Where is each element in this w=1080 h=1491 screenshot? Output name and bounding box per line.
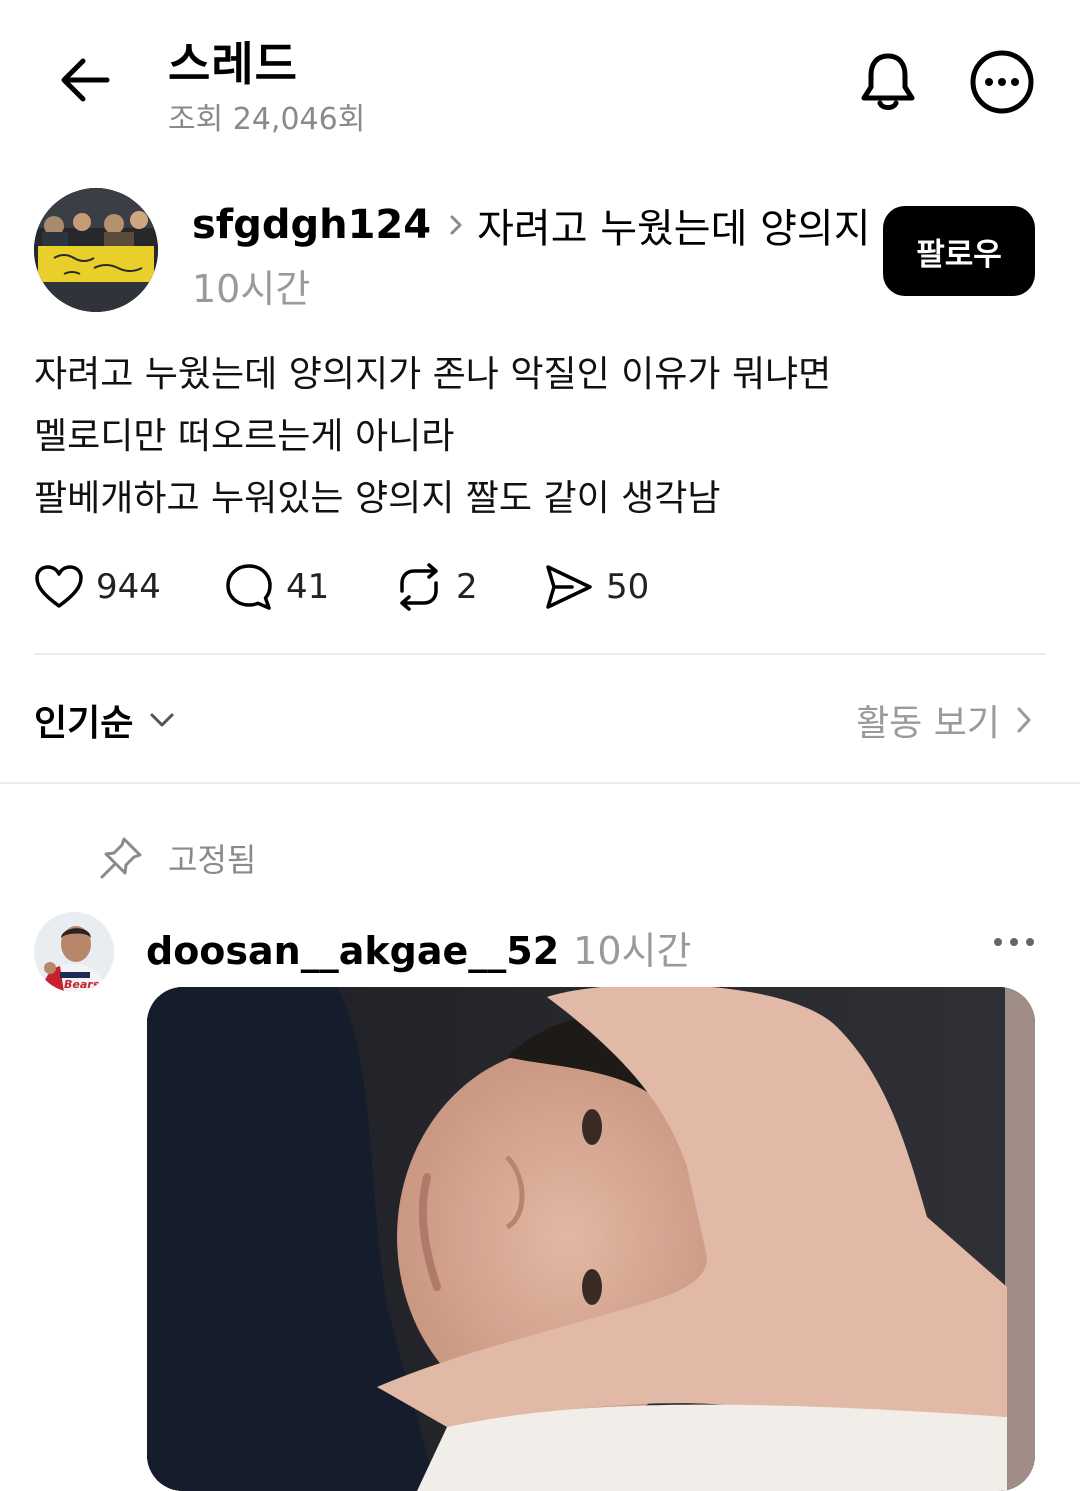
chevron-right-icon (449, 214, 463, 236)
post-text: 자려고 누웠는데 양의지가 존나 악질인 이유가 뭐냐면 멜로디만 떠오르는게 … (34, 344, 1044, 530)
pin-icon (100, 837, 142, 879)
share-count: 50 (606, 567, 650, 607)
author-name[interactable]: sfgdgh124 (192, 202, 431, 248)
pinned-indicator: 고정됨 (98, 835, 256, 881)
more-options-button[interactable] (964, 44, 1040, 120)
send-icon (546, 565, 592, 609)
svg-text:Bears: Bears (64, 978, 100, 991)
like-count: 944 (96, 567, 161, 607)
reply-image[interactable] (147, 987, 1035, 1491)
comment-count: 41 (286, 567, 330, 607)
heart-icon (35, 565, 83, 608)
page-title: 스레드 (168, 37, 298, 91)
repost-count: 2 (456, 567, 478, 607)
post-time: 10시간 (192, 267, 311, 311)
more-circle-icon (970, 50, 1034, 114)
post-text-line: 팔베개하고 누워있는 양의지 짤도 같이 생각남 (34, 478, 721, 519)
repost-button[interactable]: 2 (394, 563, 478, 611)
follow-button[interactable]: 팔로우 (883, 206, 1035, 296)
reply-author-name[interactable]: doosan__akgae__52 (146, 929, 559, 973)
comment-button[interactable]: 41 (224, 562, 329, 612)
sort-label: 인기순 (34, 703, 134, 744)
author-avatar[interactable] (34, 188, 158, 312)
comment-icon (226, 564, 272, 610)
post-text-line: 자려고 누웠는데 양의지가 존나 악질인 이유가 뭐냐면 (34, 354, 832, 395)
view-activity-link[interactable]: 활동 보기 (856, 694, 1032, 746)
notification-button[interactable] (850, 44, 926, 120)
reply-author-avatar[interactable]: Bears (34, 912, 114, 992)
reply-header: doosan__akgae__52 10시간 (146, 920, 691, 975)
divider (34, 653, 1046, 655)
activity-label: 활동 보기 (856, 703, 1000, 744)
chevron-right-icon (1016, 706, 1032, 734)
reply-time: 10시간 (573, 929, 692, 973)
post-text-line: 멜로디만 떠오르는게 아니라 (34, 416, 455, 457)
post-actions: 944 41 2 50 (34, 556, 734, 618)
more-horizontal-icon (994, 938, 1034, 946)
divider (0, 782, 1080, 784)
topic-tag[interactable]: 자려고 누웠는데 양의지 (477, 196, 870, 254)
sort-dropdown[interactable]: 인기순 (34, 694, 175, 746)
reply-more-button[interactable] (984, 922, 1044, 962)
share-button[interactable]: 50 (544, 563, 649, 611)
repost-icon (400, 563, 438, 611)
pinned-label: 고정됨 (168, 841, 257, 879)
view-count: 조회 24,046회 (168, 102, 366, 137)
bell-icon (861, 53, 915, 110)
post-author-line: sfgdgh124 자려고 누웠는데 양의지 (192, 196, 871, 254)
arrow-left-icon (61, 58, 110, 102)
back-button[interactable] (50, 45, 120, 115)
like-button[interactable]: 944 (34, 564, 161, 610)
chevron-down-icon (149, 712, 175, 728)
